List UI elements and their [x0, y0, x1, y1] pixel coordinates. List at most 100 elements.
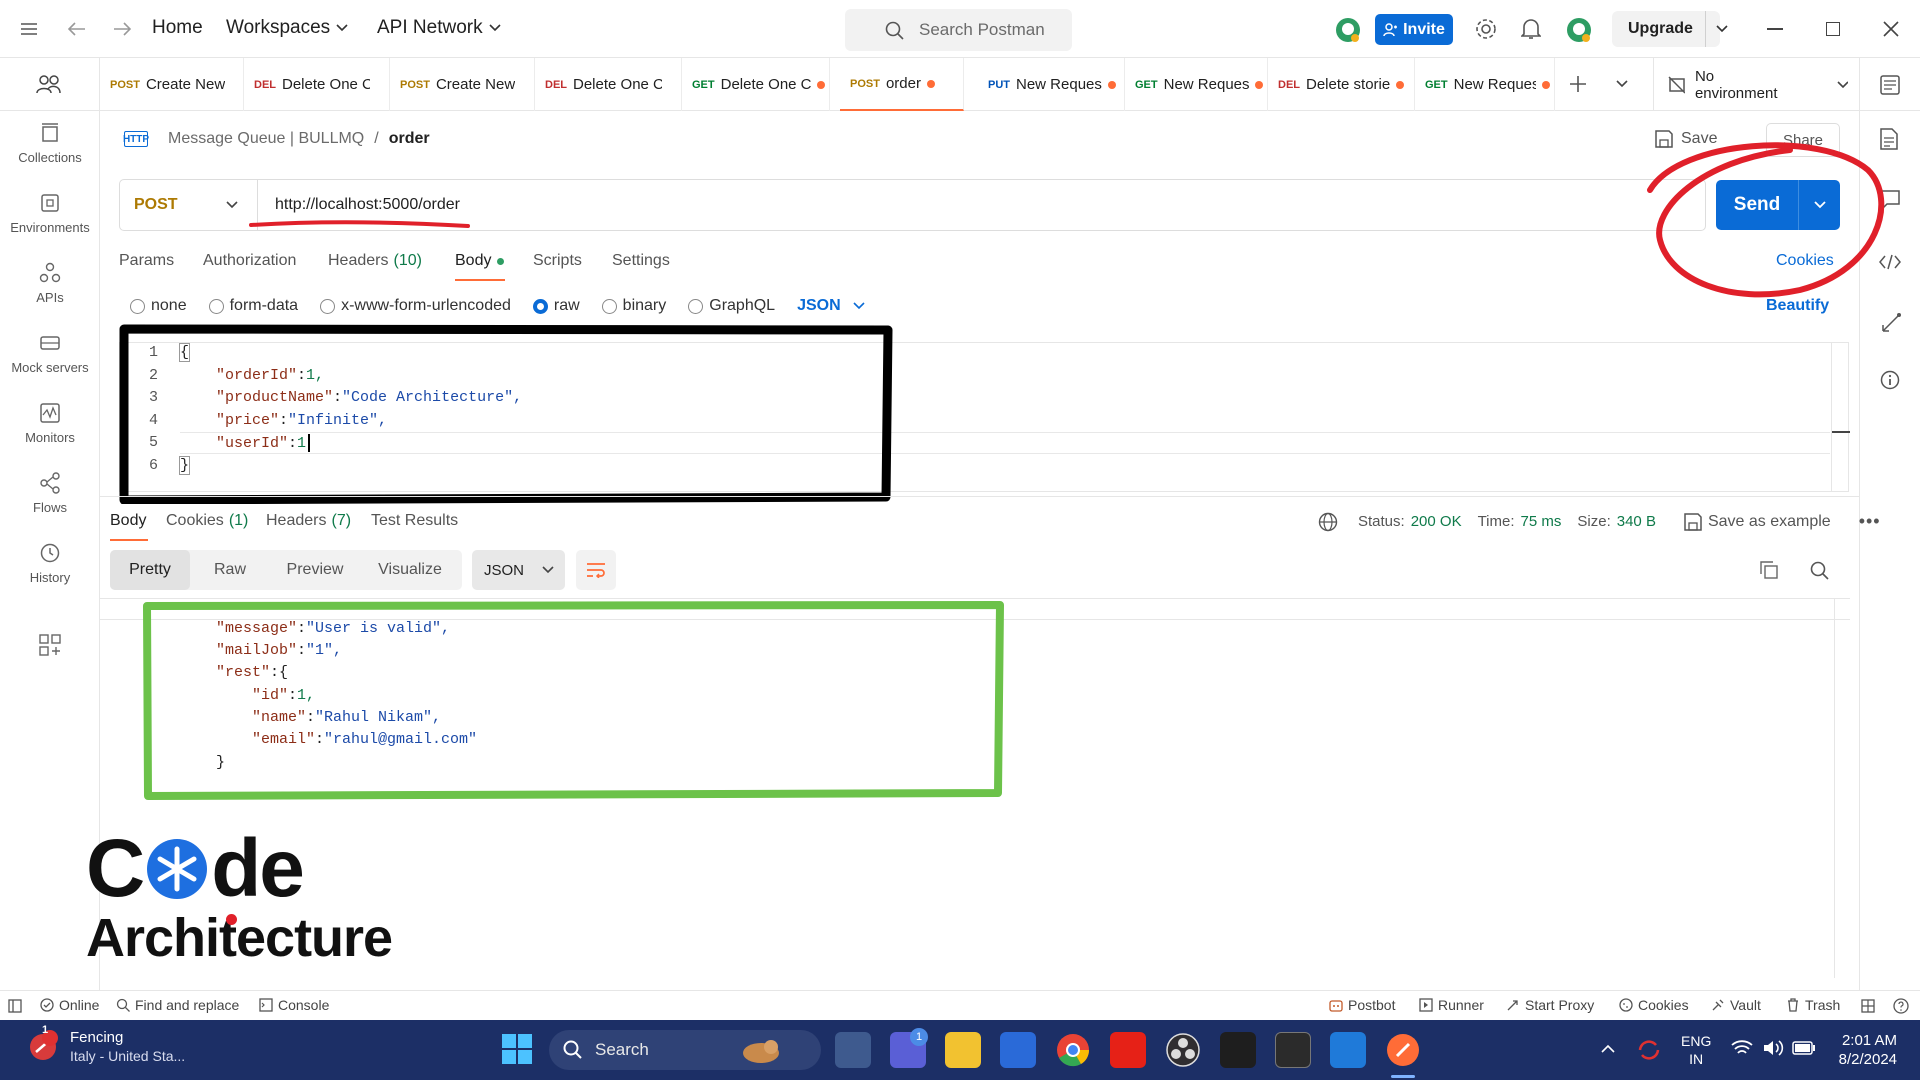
file-explorer-icon[interactable]: [945, 1032, 981, 1068]
nav-api-network[interactable]: API Network: [377, 17, 501, 39]
tabs-overflow-chevron-icon[interactable]: [1616, 80, 1628, 88]
request-tab[interactable]: DEL Delete One C: [535, 58, 682, 111]
sidebar-item-monitors[interactable]: Monitors: [0, 402, 100, 445]
view-preview[interactable]: Preview: [270, 561, 360, 579]
tab-headers[interactable]: Headers (10): [328, 252, 422, 270]
request-tab[interactable]: DEL Delete One C: [244, 58, 390, 111]
editor-scroll-thumb[interactable]: [1832, 431, 1850, 433]
response-tab-test-results[interactable]: Test Results: [371, 512, 458, 530]
taskbar-search[interactable]: Search: [549, 1030, 821, 1070]
tab-body[interactable]: Body: [455, 252, 505, 270]
time-value[interactable]: 75 ms: [1521, 513, 1562, 530]
vscode-icon[interactable]: [1330, 1032, 1366, 1068]
body-type-form-data[interactable]: form-data: [208, 297, 298, 315]
tab-authorization[interactable]: Authorization: [203, 252, 296, 270]
terminal-icon[interactable]: [1275, 1032, 1311, 1068]
nav-workspaces[interactable]: Workspaces: [226, 17, 348, 39]
body-format-selector[interactable]: JSON: [797, 297, 865, 315]
close-icon[interactable]: [1882, 20, 1900, 38]
settings-gear-icon[interactable]: [1475, 18, 1497, 40]
response-format-selector[interactable]: JSON: [472, 550, 565, 590]
minimize-icon[interactable]: [1767, 28, 1783, 30]
menu-icon[interactable]: [9, 9, 49, 49]
body-type-binary[interactable]: binary: [601, 297, 666, 315]
copy-icon[interactable]: [1760, 561, 1778, 579]
breadcrumb-collection[interactable]: Message Queue | BULLMQ: [168, 130, 364, 148]
environment-selector[interactable]: No environment: [1653, 58, 1848, 111]
postman-icon[interactable]: [1385, 1032, 1421, 1068]
wrap-lines-icon[interactable]: [576, 550, 616, 590]
request-tab[interactable]: POST order: [840, 58, 964, 111]
save-as-example-button[interactable]: Save as example: [1708, 513, 1831, 531]
globe-icon[interactable]: [1318, 512, 1338, 532]
sidebar-item-history[interactable]: History: [0, 542, 100, 585]
view-visualize[interactable]: Visualize: [360, 561, 460, 579]
notifications-bell-icon[interactable]: [1521, 18, 1541, 40]
sync-status-icon[interactable]: [1334, 16, 1362, 44]
figma-icon[interactable]: [1220, 1032, 1256, 1068]
info-icon[interactable]: [1880, 370, 1900, 390]
request-tab[interactable]: PUT New Reques: [978, 58, 1125, 111]
start-proxy-button[interactable]: Start Proxy: [1506, 997, 1594, 1013]
search-input[interactable]: Search Postman: [845, 9, 1072, 51]
battery-icon[interactable]: [1792, 1041, 1816, 1055]
new-tab-plus-icon[interactable]: [1568, 74, 1588, 94]
tab-settings[interactable]: Settings: [612, 252, 670, 270]
show-hidden-icons-chevron-icon[interactable]: [1601, 1044, 1615, 1053]
body-type-urlencoded[interactable]: x-www-form-urlencoded: [320, 297, 511, 315]
request-tab[interactable]: POST Create New: [100, 58, 244, 111]
request-tab[interactable]: GET New Reques: [1125, 58, 1268, 111]
youtube-icon[interactable]: [1110, 1032, 1146, 1068]
postbot-button[interactable]: Postbot: [1329, 997, 1395, 1013]
response-tab-body[interactable]: Body: [110, 512, 146, 530]
request-tab[interactable]: POST Create New: [390, 58, 535, 111]
status-value[interactable]: 200 OK: [1411, 513, 1462, 530]
cookies-button[interactable]: Cookies: [1619, 997, 1689, 1013]
upgrade-button[interactable]: Upgrade: [1612, 11, 1728, 47]
obs-icon[interactable]: [1165, 1032, 1201, 1068]
tab-params[interactable]: Params: [119, 252, 174, 270]
back-arrow-icon[interactable]: [57, 9, 97, 49]
method-selector[interactable]: POST: [120, 180, 258, 230]
response-scrollbar[interactable]: [1834, 598, 1835, 978]
request-tab[interactable]: GET Delete One C: [682, 58, 830, 111]
sidebar-item-flows[interactable]: Flows: [0, 472, 100, 515]
input-language-indicator[interactable]: ENG IN: [1681, 1032, 1711, 1068]
search-icon[interactable]: [1810, 561, 1830, 581]
body-type-none[interactable]: none: [130, 297, 187, 315]
sidebar-item-environments[interactable]: Environments: [0, 192, 100, 235]
sync-icon[interactable]: [1636, 1037, 1662, 1063]
weather-widget[interactable]: Fencing Italy - United Sta...: [26, 1028, 185, 1066]
response-tab-headers[interactable]: Headers (7): [266, 512, 351, 530]
configure-sidebar-icon[interactable]: [39, 634, 61, 656]
online-status[interactable]: Online: [40, 997, 99, 1013]
toggle-sidebar-icon[interactable]: [8, 999, 22, 1013]
chrome-icon[interactable]: [1055, 1032, 1091, 1068]
more-options-icon[interactable]: •••: [1859, 511, 1881, 532]
view-pretty[interactable]: Pretty: [110, 550, 190, 590]
body-type-graphql[interactable]: GraphQL: [688, 297, 775, 315]
microsoft-store-icon[interactable]: [1000, 1032, 1036, 1068]
task-view-icon[interactable]: [835, 1032, 871, 1068]
upgrade-dropdown[interactable]: [1704, 11, 1728, 47]
tab-scripts[interactable]: Scripts: [533, 252, 582, 270]
avatar[interactable]: [1565, 16, 1593, 44]
runner-button[interactable]: Runner: [1419, 997, 1484, 1013]
pane-divider[interactable]: [100, 496, 1859, 497]
related-collections-icon[interactable]: [1880, 312, 1902, 334]
vault-button[interactable]: Vault: [1711, 997, 1761, 1013]
response-tab-cookies[interactable]: Cookies (1): [166, 512, 248, 530]
help-icon[interactable]: [1893, 998, 1909, 1014]
request-tab[interactable]: GET New Reques: [1415, 58, 1555, 111]
editor-scrollbar[interactable]: [1831, 343, 1832, 491]
url-input[interactable]: http://localhost:5000/order: [275, 196, 460, 214]
sidebar-item-mock-servers[interactable]: Mock servers: [0, 332, 100, 375]
sidebar-item-collections[interactable]: Collections: [0, 122, 100, 165]
body-type-raw[interactable]: raw: [532, 297, 580, 315]
trash-button[interactable]: Trash: [1786, 997, 1840, 1013]
volume-icon[interactable]: [1762, 1039, 1784, 1057]
sidebar-item-apis[interactable]: APIs: [0, 262, 100, 305]
forward-arrow-icon[interactable]: [102, 9, 142, 49]
system-clock[interactable]: 2:01 AM 8/2/2024: [1835, 1031, 1897, 1069]
wifi-icon[interactable]: [1731, 1039, 1753, 1057]
